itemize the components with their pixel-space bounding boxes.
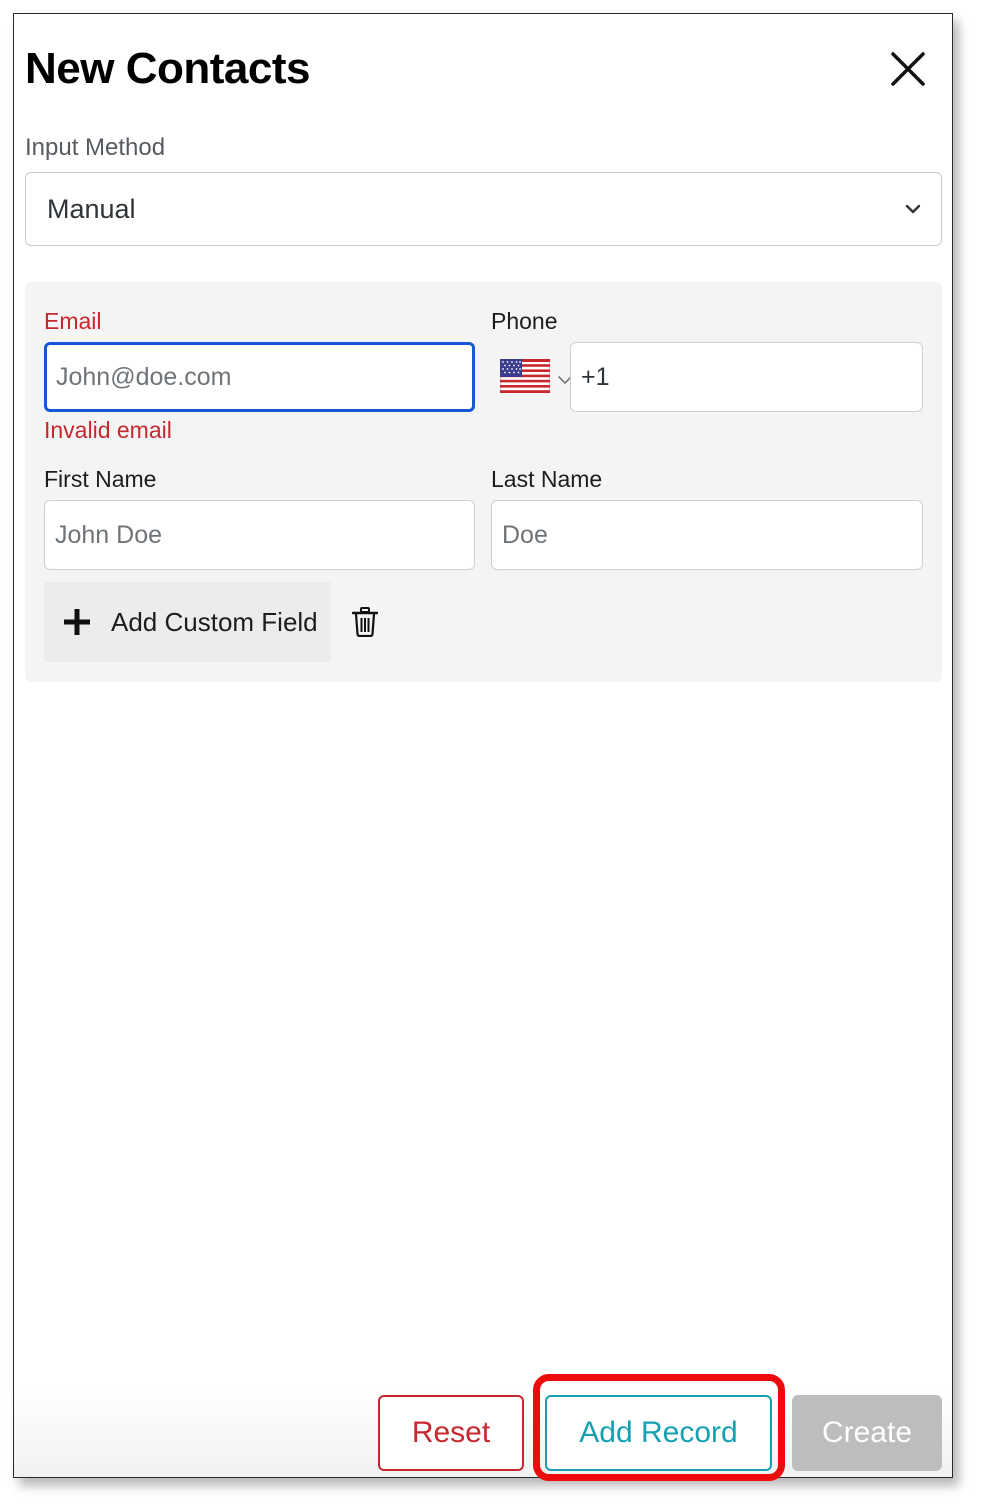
us-flag-icon[interactable] — [500, 359, 550, 393]
add-custom-field-label: Add Custom Field — [111, 607, 318, 637]
input-method-select[interactable]: Manual — [25, 172, 942, 246]
plus-icon — [64, 609, 90, 635]
reset-button[interactable]: Reset — [378, 1395, 524, 1471]
contact-form-card: Email Invalid email Phone First Na — [25, 282, 942, 682]
input-method-value: Manual — [47, 194, 136, 224]
input-method-label: Input Method — [25, 134, 166, 161]
new-contacts-dialog: New Contacts Input Method Manual Email I… — [13, 13, 953, 1478]
email-label: Email — [44, 308, 102, 334]
dialog-title: New Contacts — [25, 44, 310, 93]
create-button[interactable]: Create — [792, 1395, 942, 1471]
first-name-field[interactable] — [44, 500, 475, 570]
add-record-button[interactable]: Add Record — [545, 1395, 772, 1471]
first-name-label: First Name — [44, 466, 157, 492]
trash-icon[interactable] — [352, 607, 378, 637]
add-custom-field-button[interactable]: Add Custom Field — [44, 582, 331, 662]
email-field[interactable] — [44, 342, 475, 412]
last-name-field[interactable] — [491, 500, 923, 570]
phone-label: Phone — [491, 308, 558, 334]
phone-field[interactable] — [570, 342, 923, 412]
close-icon[interactable] — [886, 47, 930, 91]
last-name-label: Last Name — [491, 466, 603, 492]
chevron-down-icon — [905, 204, 921, 214]
email-error-text: Invalid email — [44, 417, 172, 443]
